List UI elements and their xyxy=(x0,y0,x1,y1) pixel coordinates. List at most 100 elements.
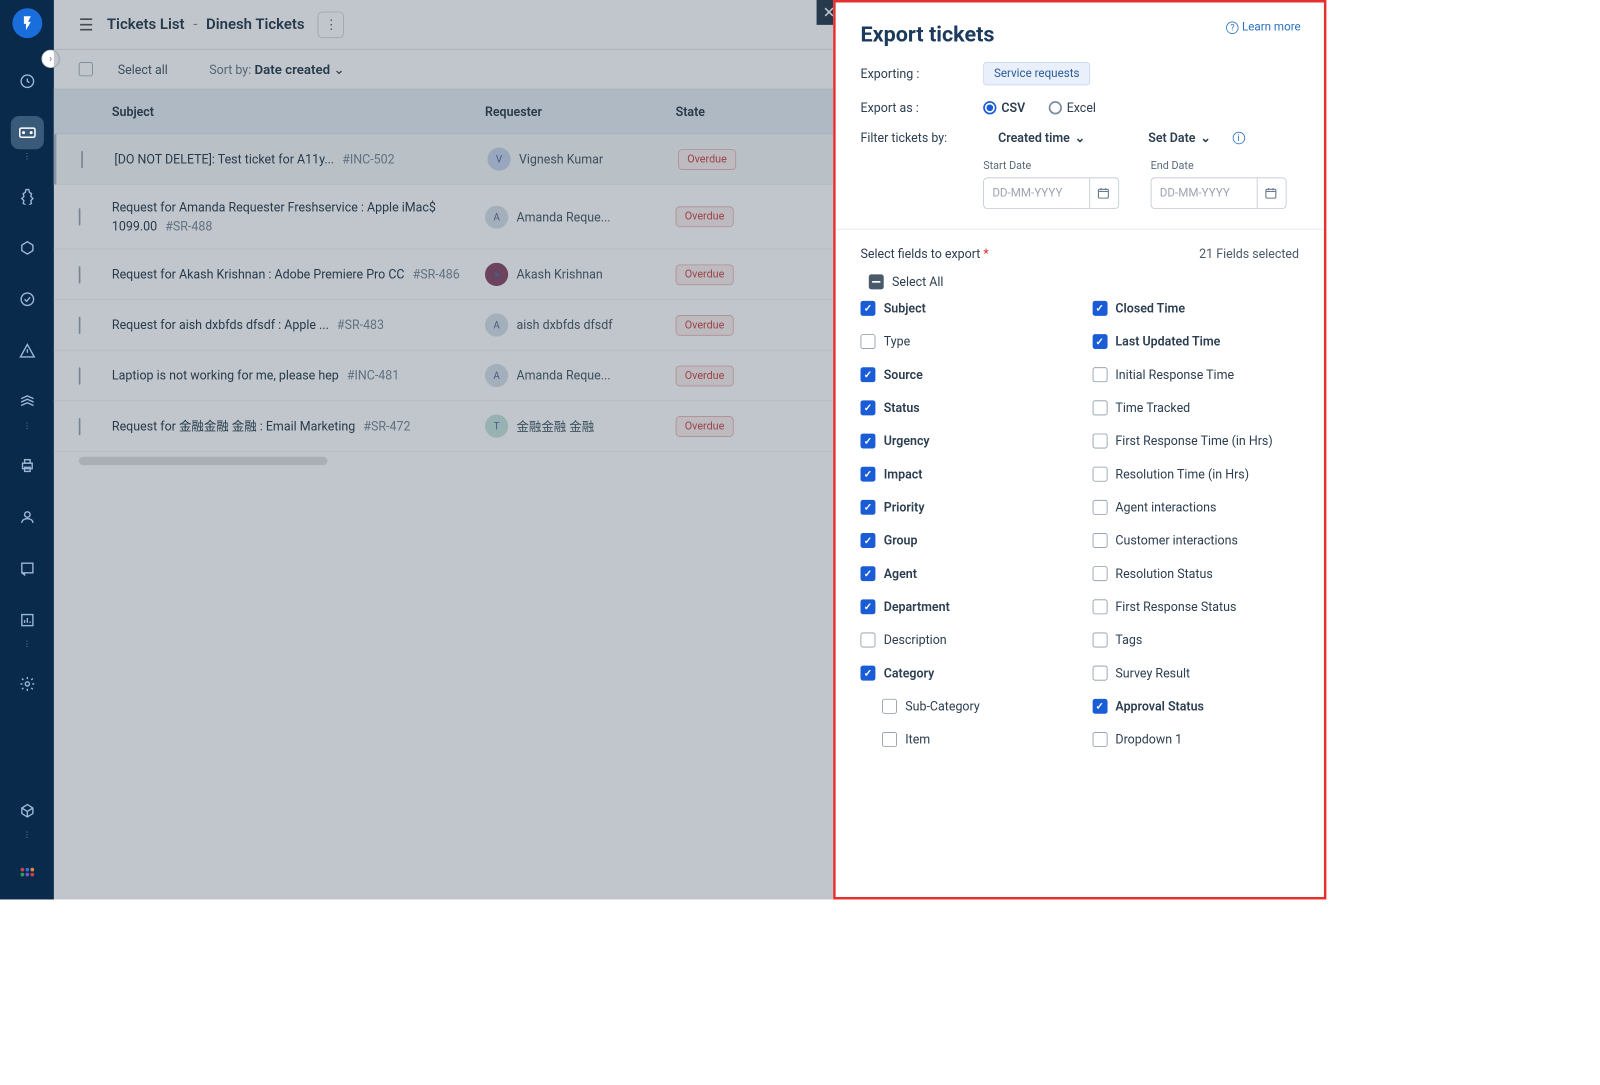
checkbox-icon xyxy=(1092,301,1107,316)
field-label: Type xyxy=(884,334,910,349)
field-checkbox-approval-status[interactable]: Approval Status xyxy=(1092,699,1299,714)
format-csv-radio[interactable]: CSV xyxy=(983,100,1025,115)
checkbox-icon xyxy=(861,301,876,316)
alerts-icon[interactable] xyxy=(10,334,43,367)
checkbox-icon xyxy=(1092,500,1107,515)
print-icon[interactable] xyxy=(10,449,43,482)
field-checkbox-priority[interactable]: Priority xyxy=(861,500,1068,515)
field-checkbox-subject[interactable]: Subject xyxy=(861,301,1068,316)
learn-more-link[interactable]: ? Learn more xyxy=(1226,21,1300,34)
left-sidebar: › ⋮ ⋮ ⋮ ⋮ xyxy=(0,0,54,899)
exporting-tag[interactable]: Service requests xyxy=(983,62,1090,85)
apps-icon[interactable] xyxy=(10,858,43,891)
checkbox-icon xyxy=(882,732,897,747)
field-checkbox-item[interactable]: Item xyxy=(882,732,1067,747)
fields-selected-count: 21 Fields selected xyxy=(1199,246,1299,261)
radio-selected-icon xyxy=(983,101,996,114)
field-checkbox-resolution-status[interactable]: Resolution Status xyxy=(1092,566,1299,581)
format-excel-radio[interactable]: Excel xyxy=(1048,100,1095,115)
field-checkbox-customer-interactions[interactable]: Customer interactions xyxy=(1092,533,1299,548)
field-label: Last Updated Time xyxy=(1115,334,1220,349)
indeterminate-checkbox-icon xyxy=(869,274,884,289)
checkbox-icon xyxy=(861,434,876,449)
checkbox-icon xyxy=(861,467,876,482)
start-date-input[interactable]: DD-MM-YYYY xyxy=(983,177,1119,209)
checkbox-icon xyxy=(861,533,876,548)
field-checkbox-agent-interactions[interactable]: Agent interactions xyxy=(1092,500,1299,515)
field-checkbox-time-tracked[interactable]: Time Tracked xyxy=(1092,400,1299,415)
field-checkbox-agent[interactable]: Agent xyxy=(861,566,1068,581)
field-checkbox-last-updated-time[interactable]: Last Updated Time xyxy=(1092,334,1299,349)
info-icon[interactable]: i xyxy=(1232,131,1244,143)
problems-icon[interactable] xyxy=(10,180,43,213)
field-checkbox-first-response-status[interactable]: First Response Status xyxy=(1092,599,1299,614)
main-content: ☰ Tickets List - Dinesh Tickets ⋮ ✕ Sele… xyxy=(54,0,833,899)
calendar-icon[interactable] xyxy=(1089,178,1110,208)
checkbox-icon xyxy=(861,599,876,614)
filter-label: Filter tickets by: xyxy=(861,130,984,145)
dashboard-icon[interactable] xyxy=(10,65,43,98)
start-date-placeholder: DD-MM-YYYY xyxy=(992,187,1062,200)
field-label: Subject xyxy=(884,301,926,316)
field-checkbox-status[interactable]: Status xyxy=(861,400,1068,415)
field-label: Closed Time xyxy=(1115,301,1185,316)
modal-overlay[interactable] xyxy=(54,0,833,899)
filter-by-dropdown[interactable]: Created time ⌄ xyxy=(998,130,1085,145)
field-label: Resolution Time (in Hrs) xyxy=(1115,467,1249,482)
field-checkbox-source[interactable]: Source xyxy=(861,367,1068,382)
field-checkbox-closed-time[interactable]: Closed Time xyxy=(1092,301,1299,316)
select-all-fields[interactable]: Select All xyxy=(869,274,1299,289)
field-checkbox-urgency[interactable]: Urgency xyxy=(861,434,1068,449)
help-icon: ? xyxy=(1226,21,1238,33)
field-checkbox-department[interactable]: Department xyxy=(861,599,1068,614)
checkbox-icon xyxy=(1092,633,1107,648)
field-checkbox-first-response-time-in-hrs-[interactable]: First Response Time (in Hrs) xyxy=(1092,434,1299,449)
calendar-icon[interactable] xyxy=(1257,178,1278,208)
assets-icon[interactable] xyxy=(10,385,43,418)
field-label: Group xyxy=(884,533,918,548)
checkbox-icon xyxy=(1092,400,1107,415)
field-label: Sub-Category xyxy=(905,699,979,714)
field-checkbox-category[interactable]: Category xyxy=(861,666,1068,681)
checkbox-icon xyxy=(1092,434,1107,449)
field-label: Agent interactions xyxy=(1115,500,1216,515)
app-logo-icon[interactable] xyxy=(12,8,42,38)
field-checkbox-dropdown-1[interactable]: Dropdown 1 xyxy=(1092,732,1299,747)
field-checkbox-group[interactable]: Group xyxy=(861,533,1068,548)
checkbox-icon xyxy=(1092,566,1107,581)
field-checkbox-impact[interactable]: Impact xyxy=(861,467,1068,482)
changes-icon[interactable] xyxy=(10,231,43,264)
releases-icon[interactable] xyxy=(10,283,43,316)
settings-icon[interactable] xyxy=(10,667,43,700)
end-date-input[interactable]: DD-MM-YYYY xyxy=(1151,177,1287,209)
field-checkbox-type[interactable]: Type xyxy=(861,334,1068,349)
field-label: Source xyxy=(884,367,923,382)
field-checkbox-sub-category[interactable]: Sub-Category xyxy=(882,699,1067,714)
field-checkbox-survey-result[interactable]: Survey Result xyxy=(1092,666,1299,681)
checkbox-icon xyxy=(1092,367,1107,382)
field-checkbox-resolution-time-in-hrs-[interactable]: Resolution Time (in Hrs) xyxy=(1092,467,1299,482)
field-checkbox-initial-response-time[interactable]: Initial Response Time xyxy=(1092,367,1299,382)
solutions-icon[interactable] xyxy=(10,552,43,585)
field-checkbox-description[interactable]: Description xyxy=(861,633,1068,648)
radio-unselected-icon xyxy=(1048,101,1061,114)
export-as-label: Export as : xyxy=(861,100,984,115)
field-label: Department xyxy=(884,599,950,614)
cube-icon[interactable] xyxy=(10,794,43,827)
export-panel: Export tickets ? Learn more Exporting : … xyxy=(833,0,1326,899)
reports-icon[interactable] xyxy=(10,604,43,637)
checkbox-icon xyxy=(1092,732,1107,747)
field-label: Approval Status xyxy=(1115,699,1203,714)
checkbox-icon xyxy=(861,633,876,648)
tickets-icon[interactable] xyxy=(10,116,43,149)
checkbox-icon xyxy=(1092,334,1107,349)
field-checkbox-tags[interactable]: Tags xyxy=(1092,633,1299,648)
checkbox-icon xyxy=(882,699,897,714)
nav-dots-2: ⋮ xyxy=(23,422,31,431)
contacts-icon[interactable] xyxy=(10,501,43,534)
field-label: Urgency xyxy=(884,434,930,449)
set-date-dropdown[interactable]: Set Date ⌄ xyxy=(1148,130,1211,145)
field-label: Status xyxy=(884,400,920,415)
nav-dots-1: ⋮ xyxy=(23,153,31,162)
nav-dots-3: ⋮ xyxy=(23,640,31,649)
